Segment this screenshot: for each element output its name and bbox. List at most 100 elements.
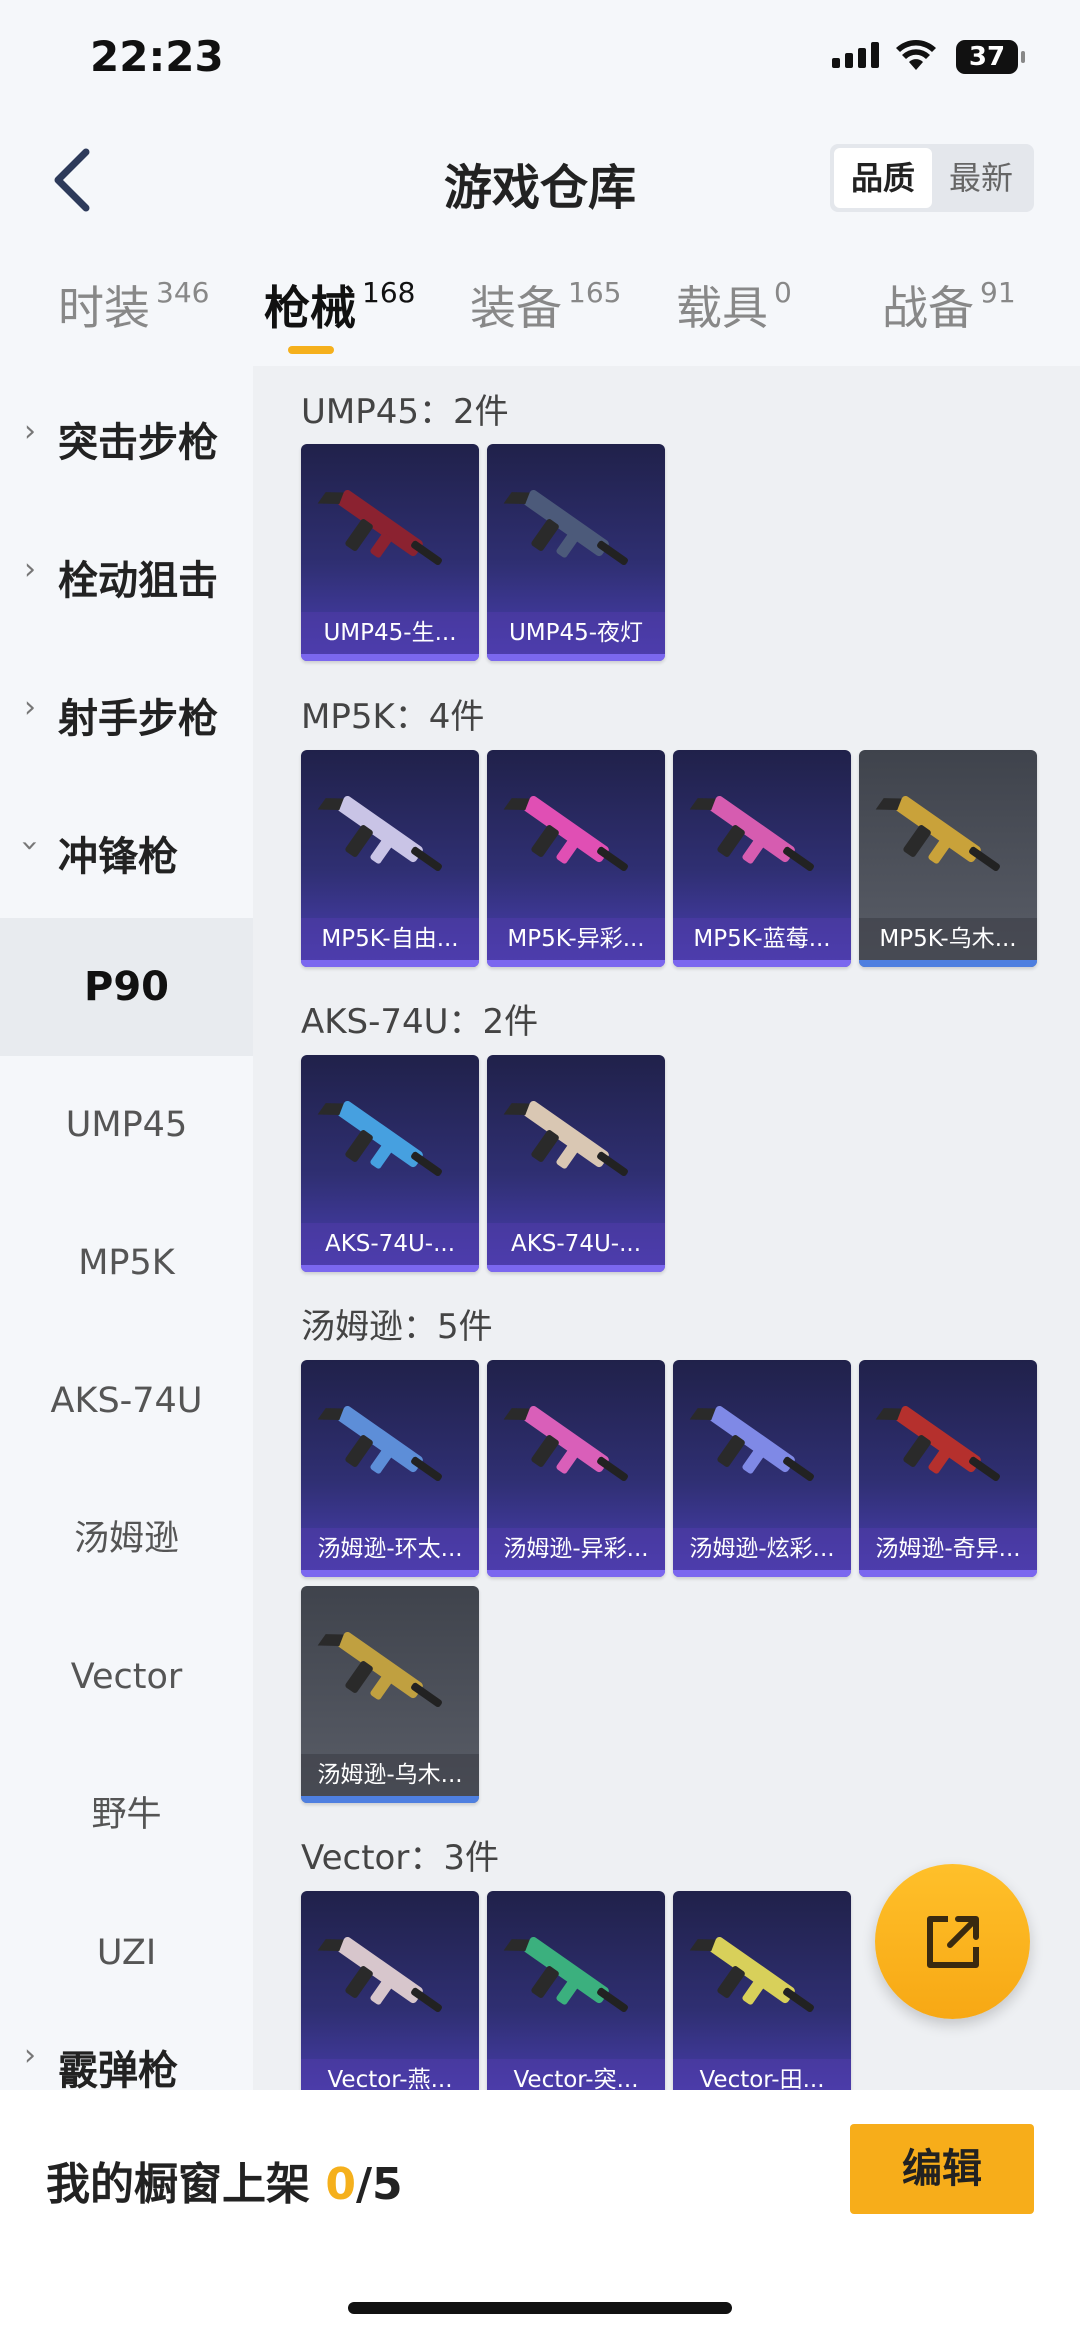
rarity-bar: [859, 1570, 1037, 1577]
weapon-skin-card[interactable]: Vector-田...: [673, 1891, 851, 2090]
sidebar-item-uzi[interactable]: UZI: [0, 1884, 253, 2022]
tab-supplies[interactable]: 战备 91: [882, 272, 1016, 338]
sidebar-item-vector[interactable]: Vector: [0, 1608, 253, 1746]
weapon-skin-icon: [317, 1100, 442, 1177]
weapon-skin-card[interactable]: AKS-74U-...: [301, 1055, 479, 1272]
status-bar: 22:23 37: [0, 0, 1080, 120]
sort-newest-button[interactable]: 最新: [932, 148, 1030, 208]
weapon-skin-icon: [317, 1405, 442, 1482]
weapon-skin-icon: [689, 795, 814, 872]
weapon-skin-card[interactable]: Vector-突...: [487, 1891, 665, 2090]
weapon-skin-card[interactable]: UMP45-夜灯: [487, 444, 665, 661]
sidebar-item-mp5k[interactable]: MP5K: [0, 1194, 253, 1332]
sidebar-item-bison[interactable]: 野牛: [0, 1746, 253, 1884]
weapon-skin-name: MP5K-自由...: [301, 918, 479, 960]
weapon-skin-card[interactable]: Vector-燕...: [301, 1891, 479, 2090]
weapon-skin-icon: [503, 1405, 628, 1482]
rarity-bar: [301, 1570, 479, 1577]
category-tabs: 时装 346 枪械 168 装备 165 载具 0 战备 91: [0, 262, 1080, 362]
rarity-bar: [487, 654, 665, 661]
sidebar-category-bolt-sniper[interactable]: › 栓动狙击: [0, 504, 253, 642]
rarity-bar: [487, 1570, 665, 1577]
edit-button[interactable]: 编辑: [850, 2124, 1034, 2214]
weapon-skin-name: 汤姆逊-炫彩...: [673, 1528, 851, 1570]
weapon-skin-name: 汤姆逊-环太...: [301, 1528, 479, 1570]
weapon-skin-name: Vector-突...: [487, 2059, 665, 2090]
rarity-bar: [301, 1796, 479, 1803]
weapon-skin-icon: [689, 1405, 814, 1482]
weapon-skin-name: AKS-74U-...: [301, 1223, 479, 1265]
group-title: MP5K：4件: [301, 697, 485, 737]
rarity-bar: [673, 1570, 851, 1577]
weapon-skin-icon: [317, 1631, 442, 1708]
weapon-skin-name: AKS-74U-...: [487, 1223, 665, 1265]
weapon-skin-name: 汤姆逊-异彩...: [487, 1528, 665, 1570]
share-external-icon: [927, 1916, 979, 1968]
weapon-skin-card[interactable]: 汤姆逊-环太...: [301, 1360, 479, 1577]
wifi-icon: [896, 40, 936, 70]
sidebar-item-ump45[interactable]: UMP45: [0, 1056, 253, 1194]
rarity-bar: [301, 960, 479, 967]
weapon-skin-icon: [875, 795, 1000, 872]
sidebar-category-marksman-rifle[interactable]: › 射手步枪: [0, 642, 253, 780]
chevron-right-icon: ›: [24, 414, 36, 449]
sort-quality-button[interactable]: 品质: [834, 148, 932, 208]
status-time: 22:23: [90, 32, 224, 81]
tab-fashion[interactable]: 时装 346: [58, 272, 209, 338]
weapon-skin-icon: [317, 1936, 442, 2013]
weapon-skin-icon: [875, 1405, 1000, 1482]
weapon-skin-icon: [317, 489, 442, 566]
rarity-bar: [487, 1265, 665, 1272]
weapon-skin-name: MP5K-乌木...: [859, 918, 1037, 960]
cellular-signal-icon: [832, 42, 879, 68]
sidebar-category-shotgun[interactable]: › 霰弹枪: [0, 2022, 253, 2090]
weapon-skin-name: 汤姆逊-乌木...: [301, 1754, 479, 1796]
nav-bar: 游戏仓库 品质 最新: [0, 130, 1080, 230]
chevron-right-icon: ›: [24, 552, 36, 587]
showcase-label: 我的橱窗上架 0/5: [46, 2159, 403, 2210]
battery-icon: 37: [956, 40, 1025, 74]
rarity-bar: [301, 654, 479, 661]
rarity-bar: [859, 960, 1037, 967]
weapon-skin-card[interactable]: 汤姆逊-异彩...: [487, 1360, 665, 1577]
weapon-skin-card[interactable]: MP5K-自由...: [301, 750, 479, 967]
weapon-skin-card[interactable]: MP5K-蓝莓...: [673, 750, 851, 967]
weapon-skin-icon: [503, 1936, 628, 2013]
sidebar-category-assault-rifle[interactable]: › 突击步枪: [0, 366, 253, 504]
group-title: 汤姆逊：5件: [301, 1307, 493, 1347]
weapon-skin-name: Vector-田...: [673, 2059, 851, 2090]
weapon-skin-icon: [689, 1936, 814, 2013]
weapon-skin-name: MP5K-蓝莓...: [673, 918, 851, 960]
sidebar-item-thompson[interactable]: 汤姆逊: [0, 1470, 253, 1608]
weapon-skin-name: Vector-燕...: [301, 2059, 479, 2090]
group-title: AKS-74U：2件: [301, 1002, 539, 1042]
weapon-skin-name: 汤姆逊-奇异...: [859, 1528, 1037, 1570]
chevron-right-icon: ›: [24, 690, 36, 725]
weapon-skin-card[interactable]: UMP45-生...: [301, 444, 479, 661]
weapon-skin-card[interactable]: 汤姆逊-炫彩...: [673, 1360, 851, 1577]
weapon-skin-card[interactable]: MP5K-乌木...: [859, 750, 1037, 967]
weapon-skin-icon: [503, 1100, 628, 1177]
weapon-skin-card[interactable]: 汤姆逊-奇异...: [859, 1360, 1037, 1577]
group-title: UMP45：2件: [301, 392, 509, 432]
weapon-skin-card[interactable]: 汤姆逊-乌木...: [301, 1586, 479, 1803]
weapon-skin-name: UMP45-生...: [301, 612, 479, 654]
sidebar-category-smg[interactable]: › 冲锋枪: [0, 780, 253, 918]
rarity-bar: [673, 960, 851, 967]
weapon-skin-card[interactable]: AKS-74U-...: [487, 1055, 665, 1272]
tab-vehicles[interactable]: 载具 0: [676, 272, 792, 338]
weapon-skin-name: MP5K-异彩...: [487, 918, 665, 960]
weapon-skin-icon: [317, 795, 442, 872]
tab-firearms[interactable]: 枪械 168: [264, 272, 415, 338]
sort-toggle: 品质 最新: [830, 144, 1034, 212]
active-tab-indicator: [288, 346, 334, 354]
weapon-skin-card[interactable]: MP5K-异彩...: [487, 750, 665, 967]
rarity-bar: [301, 1265, 479, 1272]
chevron-right-icon: ›: [24, 2038, 36, 2073]
sidebar-item-aks74u[interactable]: AKS-74U: [0, 1332, 253, 1470]
rarity-bar: [487, 960, 665, 967]
share-button[interactable]: [875, 1864, 1030, 2019]
tab-equipment[interactable]: 装备 165: [470, 272, 621, 338]
sidebar-item-p90[interactable]: P90: [0, 918, 253, 1056]
weapon-type-sidebar: › 突击步枪 › 栓动狙击 › 射手步枪 › 冲锋枪 P90 UMP45 MP5…: [0, 366, 253, 2090]
